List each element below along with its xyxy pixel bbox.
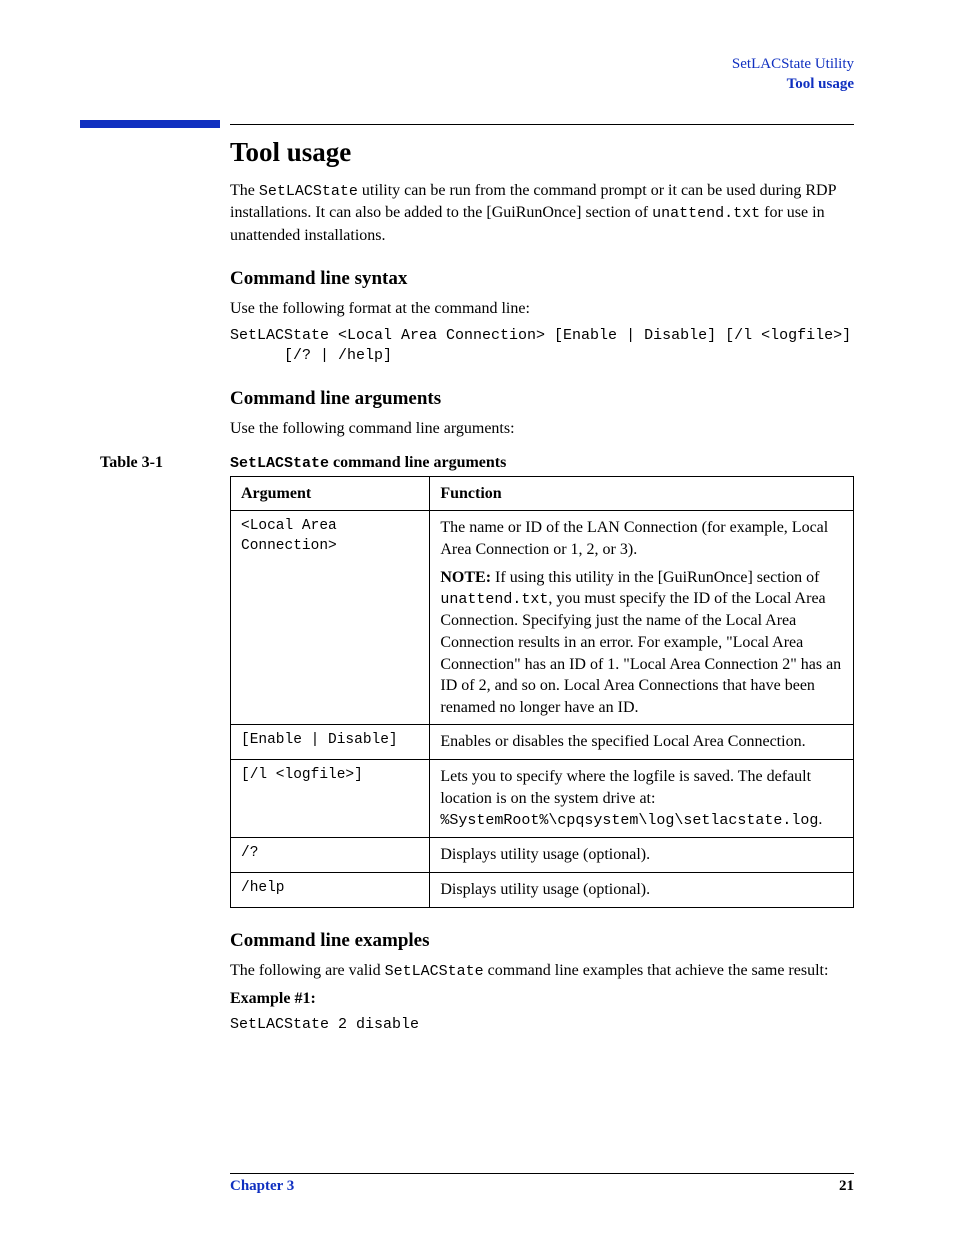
fn-text-b: . (818, 811, 822, 828)
note-label: NOTE: (440, 569, 491, 586)
fn-cell: Displays utility usage (optional). (430, 873, 854, 908)
page-header: SetLACState Utility Tool usage (100, 55, 854, 94)
fn-main: The name or ID of the LAN Connection (fo… (440, 517, 843, 560)
examples-lead-a: The following are valid (230, 962, 385, 979)
examples-lead-code: SetLACState (385, 963, 484, 980)
arg-cell: /help (231, 873, 430, 908)
intro-paragraph: The SetLACState utility can be run from … (230, 180, 854, 246)
fn-cell: Lets you to specify where the logfile is… (430, 759, 854, 837)
example-label: Example #1: (230, 988, 854, 1010)
examples-lead: The following are valid SetLACState comm… (230, 960, 854, 982)
intro-text-a: The (230, 182, 259, 199)
table-row: <Local Area Connection> The name or ID o… (231, 511, 854, 725)
page-footer: Chapter 3 21 (100, 1165, 854, 1195)
fn-note: NOTE: If using this utility in the [GuiR… (440, 567, 843, 719)
syntax-code: SetLACState <Local Area Connection> [Ena… (230, 326, 854, 367)
table-number: Table 3-1 (100, 454, 190, 472)
syntax-lead: Use the following format at the command … (230, 298, 854, 320)
fn-cell: The name or ID of the LAN Connection (fo… (430, 511, 854, 725)
note-code: unattend.txt (440, 591, 548, 608)
table-title: SetLACState command line arguments (230, 454, 506, 472)
section-rule (230, 124, 854, 125)
arg-cell: /? (231, 838, 430, 873)
arg-cell: <Local Area Connection> (231, 511, 430, 725)
page-title: Tool usage (230, 137, 854, 168)
args-table: Argument Function <Local Area Connection… (230, 476, 854, 908)
examples-heading: Command line examples (230, 930, 854, 952)
table-title-code: SetLACState (230, 455, 329, 472)
footer-chapter: Chapter 3 (230, 1178, 294, 1195)
syntax-heading: Command line syntax (230, 268, 854, 290)
main-content: Tool usage The SetLACState utility can b… (230, 124, 854, 1036)
intro-code-setlacstate: SetLACState (259, 183, 358, 200)
fn-cell: Displays utility usage (optional). (430, 838, 854, 873)
footer-rule (230, 1173, 854, 1174)
args-heading: Command line arguments (230, 388, 854, 410)
table-caption: Table 3-1 SetLACState command line argum… (230, 454, 854, 472)
table-row: [/l <logfile>] Lets you to specify where… (231, 759, 854, 837)
table-row: /help Displays utility usage (optional). (231, 873, 854, 908)
col-argument: Argument (231, 476, 430, 511)
arg-cell: [/l <logfile>] (231, 759, 430, 837)
intro-code-unattend: unattend.txt (652, 205, 760, 222)
header-section-name: Tool usage (100, 75, 854, 95)
args-lead: Use the following command line arguments… (230, 418, 854, 440)
note-text-a: If using this utility in the [GuiRunOnce… (491, 569, 819, 586)
table-row: /? Displays utility usage (optional). (231, 838, 854, 873)
example-code: SetLACState 2 disable (230, 1015, 854, 1035)
footer-page-number: 21 (839, 1178, 854, 1195)
col-function: Function (430, 476, 854, 511)
note-text-b: , you must specify the ID of the Local A… (440, 590, 841, 716)
table-row: [Enable | Disable] Enables or disables t… (231, 725, 854, 760)
fn-code: %SystemRoot%\cpqsystem\log\setlacstate.l… (440, 812, 818, 829)
fn-cell: Enables or disables the specified Local … (430, 725, 854, 760)
section-marker-bar (80, 120, 220, 128)
header-utility-name: SetLACState Utility (100, 55, 854, 75)
arg-cell: [Enable | Disable] (231, 725, 430, 760)
fn-text-a: Lets you to specify where the logfile is… (440, 768, 811, 807)
table-header-row: Argument Function (231, 476, 854, 511)
table-title-rest: command line arguments (329, 454, 506, 471)
examples-lead-b: command line examples that achieve the s… (484, 962, 829, 979)
